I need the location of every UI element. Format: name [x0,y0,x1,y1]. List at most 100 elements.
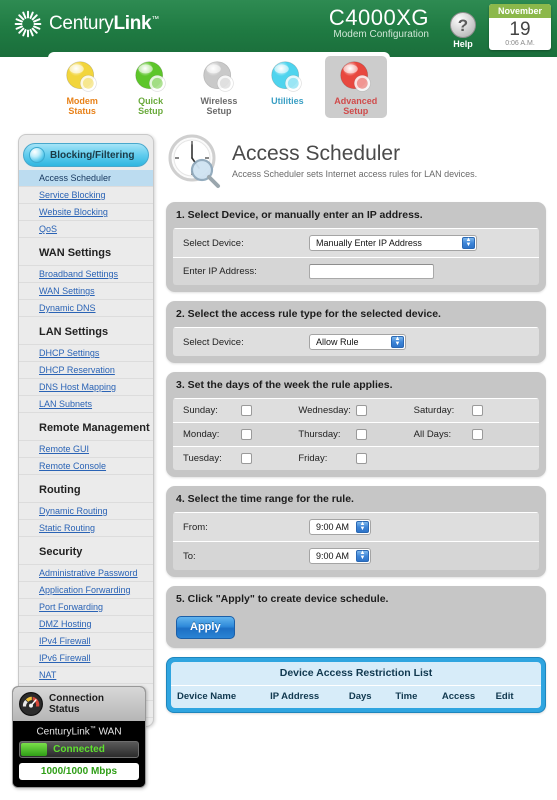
brand-logo[interactable]: CenturyLink™ [14,10,159,38]
row-time-from: From: 9:00 AM ▲ ▼ [173,512,539,541]
section2-rows: Select Device: Allow Rule ▲ ▼ [173,327,539,356]
nav-orb-icon [340,61,371,92]
section-time-range: 4. Select the time range for the rule. F… [166,486,546,577]
day-checkbox-monday[interactable] [241,429,252,440]
sidebar-item-dhcp-settings[interactable]: DHCP Settings [19,345,153,362]
sidebar-item-access-scheduler[interactable]: Access Scheduler [19,170,153,187]
sidebar-item-dmz-hosting[interactable]: DMZ Hosting [19,616,153,633]
nav-label: Wireless [200,96,238,106]
enter-ip-address-label: Enter IP Address: [183,266,257,277]
connection-state-text: Connected [53,744,105,756]
section5-heading: 5. Click "Apply" to create device schedu… [176,593,389,605]
connection-status-widget: Connection Status CenturyLink™ WAN Conne… [12,686,146,789]
nav-orb-icon [271,61,303,92]
chevron-updown-icon: ▲ ▼ [356,521,369,533]
help-label: Help [453,39,473,49]
select-device-label: Select Device: [183,237,244,249]
nav-label: Utilities [271,96,304,106]
date-widget: November 19 0:06 A.M. [489,4,551,50]
nav-item-wireless[interactable]: Wireless Setup [188,56,250,118]
day-cell: Sunday: [183,405,298,416]
model-block: C4000XG Modem Configuration [329,6,429,41]
nav-orb-icon [66,61,97,92]
sidebar-item-remote-gui[interactable]: Remote GUI [19,441,153,458]
nav-label: Modem [66,96,98,106]
chevron-updown-icon: ▲ ▼ [391,336,404,348]
sidebar-item-ipv4-firewall[interactable]: IPv4 Firewall [19,633,153,650]
day-label: Wednesday: [298,405,351,416]
sidebar-item-dhcp-reservation[interactable]: DHCP Reservation [19,362,153,379]
sidebar-item-application-forwarding[interactable]: Application Forwarding [19,582,153,599]
sidebar-header-blocking-filtering[interactable]: Blocking/Filtering [23,143,149,167]
section2-heading: 2. Select the access rule type for the s… [176,308,441,320]
sidebar: Blocking/Filtering Access Scheduler Servi… [18,134,154,727]
nav-item-modem[interactable]: Modem Status [51,56,113,118]
day-checkbox-friday[interactable] [356,453,368,464]
sidebar-item-qos[interactable]: QoS [19,221,153,238]
chevron-updown-icon: ▲ ▼ [356,550,369,562]
day-cell: Thursday: [298,429,413,440]
sidebar-item-lan-subnets[interactable]: LAN Subnets [19,396,153,413]
day-checkbox-saturday[interactable] [471,405,483,416]
sidebar-group-lan-settings: LAN Settings [19,317,153,345]
date-day: 19 [509,19,531,40]
sidebar-item-wan-settings[interactable]: WAN Settings [19,283,153,300]
time-from-dropdown[interactable]: 9:00 AM ▲ ▼ [309,519,371,535]
nav-item-quick[interactable]: Quick Setup [120,56,182,118]
sidebar-group-wan-settings: WAN Settings [19,238,153,266]
page-title-row: Access Scheduler Access Scheduler sets I… [166,126,546,202]
nav-item-advanced[interactable]: Advanced Setup [324,56,387,118]
time-to-dropdown[interactable]: 9:00 AM ▲ ▼ [309,548,371,564]
sidebar-item-nat[interactable]: NAT [19,667,153,684]
restriction-list-col-device-name: Device Name [177,691,237,702]
day-label: Saturday: [413,405,455,416]
sidebar-item-port-forwarding[interactable]: Port Forwarding [19,599,153,616]
sidebar-item-dns-host-mapping[interactable]: DNS Host Mapping [19,379,153,396]
apply-button[interactable]: Apply [176,616,235,639]
day-cell: All Days: [414,429,529,440]
sidebar-group-routing: Routing [19,475,153,503]
day-cell: Monday: [183,429,298,440]
speed-gauge-icon [19,692,43,716]
row-rule-type: Select Device: Allow Rule ▲ ▼ [173,327,539,356]
model-name: C4000XG [328,5,429,30]
section4-heading: 4. Select the time range for the rule. [176,493,354,505]
nav-orb-icon [134,61,166,92]
select-device-value: Manually Enter IP Address [316,238,422,248]
section1-rows: Select Device: Manually Enter IP Address… [173,228,539,285]
section3-heading: 3. Set the days of the week the rule app… [176,379,393,391]
sidebar-item-static-routing[interactable]: Static Routing [19,520,153,537]
app-header: CenturyLink™ C4000XG Modem Configuration… [0,0,557,57]
sidebar-item-dynamic-dns[interactable]: Dynamic DNS [19,300,153,317]
day-row: Tuesday: Friday: [173,446,539,470]
day-checkbox-all-days[interactable] [471,429,483,440]
day-checkbox-thursday[interactable] [356,429,368,440]
day-checkbox-sunday[interactable] [241,405,252,416]
rule-type-dropdown[interactable]: Allow Rule ▲ ▼ [309,334,406,350]
sidebar-item-broadband-settings[interactable]: Broadband Settings [19,266,153,283]
enter-ip-address-input[interactable] [309,264,434,279]
day-cell: Wednesday: [298,405,413,416]
sidebar-item-website-blocking[interactable]: Website Blocking [19,204,153,221]
nav-item-utilities[interactable]: Utilities [256,56,318,108]
help-button[interactable]: ? Help [443,12,483,49]
sidebar-item-ipv6-firewall[interactable]: IPv6 Firewall [19,650,153,667]
day-checkbox-wednesday[interactable] [356,405,368,416]
restriction-list-inner: Device Access Restriction List Device Na… [171,662,541,708]
restriction-list-col-days: Days [348,691,372,702]
wan-label: WAN [98,726,122,738]
main-content: Access Scheduler Access Scheduler sets I… [166,126,546,713]
nav-label: Quick [138,96,164,106]
sidebar-item-service-blocking[interactable]: Service Blocking [19,187,153,204]
day-checkbox-tuesday[interactable] [241,453,252,464]
restriction-list-col-ip-address: IP Address [270,691,320,702]
day-cell: Friday: [298,453,413,464]
sidebar-item-dynamic-routing[interactable]: Dynamic Routing [19,503,153,520]
sidebar-item-remote-console[interactable]: Remote Console [19,458,153,475]
day-label: Sunday: [183,405,218,416]
section1-heading: 1. Select Device, or manually enter an I… [176,209,423,221]
section-select-device: 1. Select Device, or manually enter an I… [166,202,546,292]
sidebar-item-administrative-password[interactable]: Administrative Password [19,565,153,582]
select-device-dropdown[interactable]: Manually Enter IP Address ▲ ▼ [309,235,477,251]
restriction-list-col-access: Access [441,691,476,702]
